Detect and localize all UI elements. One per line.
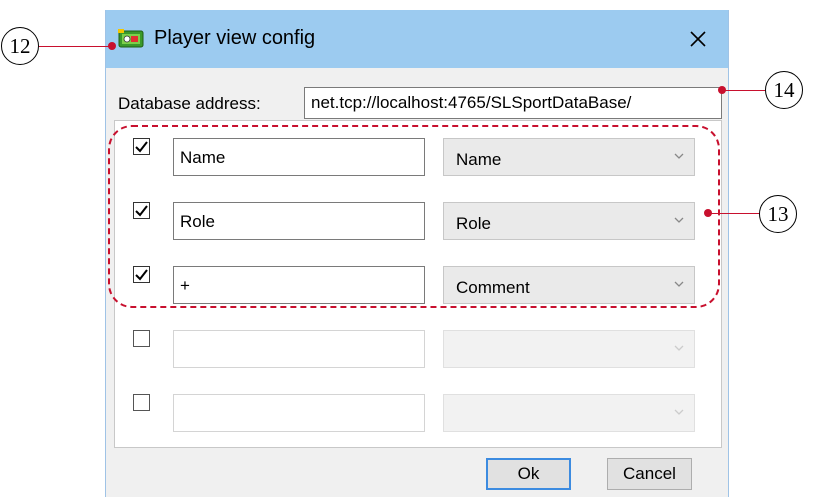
checkmark-icon	[135, 205, 148, 217]
field-row	[115, 377, 721, 432]
player-view-app-icon	[118, 29, 144, 48]
callout-14-dot	[718, 86, 726, 94]
field-select[interactable]: Role	[443, 202, 695, 240]
field-text-input[interactable]: +	[173, 266, 425, 304]
field-row: + Comment	[115, 249, 721, 304]
dialog-title: Player view config	[154, 27, 316, 49]
field-checkbox[interactable]	[133, 202, 150, 219]
fields-panel: Name Name Role Role + Comment	[114, 120, 722, 448]
database-address-input[interactable]: net.tcp://localhost:4765/SLSportDataBase…	[304, 87, 722, 119]
callout-14-leader	[722, 90, 765, 91]
chevron-down-icon	[674, 345, 684, 351]
field-text-input[interactable]: Name	[173, 138, 425, 176]
callout-14: 14	[765, 71, 803, 109]
database-address-row: Database address: net.tcp://localhost:47…	[106, 68, 728, 120]
callout-13-leader	[708, 213, 759, 214]
cancel-button[interactable]: Cancel	[607, 458, 692, 490]
field-checkbox[interactable]	[133, 138, 150, 155]
field-text-input[interactable]	[173, 394, 425, 432]
callout-12: 12	[1, 27, 39, 65]
field-row: Name Name	[115, 121, 721, 176]
field-select[interactable]: Name	[443, 138, 695, 176]
field-select-value: Name	[456, 150, 502, 169]
field-select-value: Role	[456, 214, 491, 233]
checkmark-icon	[135, 269, 148, 281]
close-icon	[690, 31, 706, 47]
player-view-config-dialog: Player view config Database address: net…	[105, 10, 729, 497]
title-bar: Player view config	[106, 10, 728, 68]
callout-13-dot	[704, 209, 712, 217]
field-text-input[interactable]	[173, 330, 425, 368]
field-text-input[interactable]: Role	[173, 202, 425, 240]
field-select[interactable]: Comment	[443, 266, 695, 304]
chevron-down-icon	[674, 409, 684, 415]
field-checkbox[interactable]	[133, 330, 150, 347]
ok-button[interactable]: Ok	[486, 458, 571, 490]
field-row	[115, 313, 721, 368]
close-button[interactable]	[678, 20, 718, 58]
button-bar: Ok Cancel	[106, 448, 728, 497]
field-row: Role Role	[115, 185, 721, 240]
chevron-down-icon	[674, 153, 684, 159]
database-address-label: Database address:	[118, 94, 261, 113]
field-select[interactable]	[443, 330, 695, 368]
callout-13: 13	[759, 195, 797, 233]
checkmark-icon	[135, 141, 148, 153]
callout-12-leader	[39, 46, 111, 47]
field-checkbox[interactable]	[133, 266, 150, 283]
field-checkbox[interactable]	[133, 394, 150, 411]
chevron-down-icon	[674, 281, 684, 287]
callout-12-dot	[108, 42, 116, 50]
field-select-value: Comment	[456, 278, 530, 297]
chevron-down-icon	[674, 217, 684, 223]
field-select[interactable]	[443, 394, 695, 432]
